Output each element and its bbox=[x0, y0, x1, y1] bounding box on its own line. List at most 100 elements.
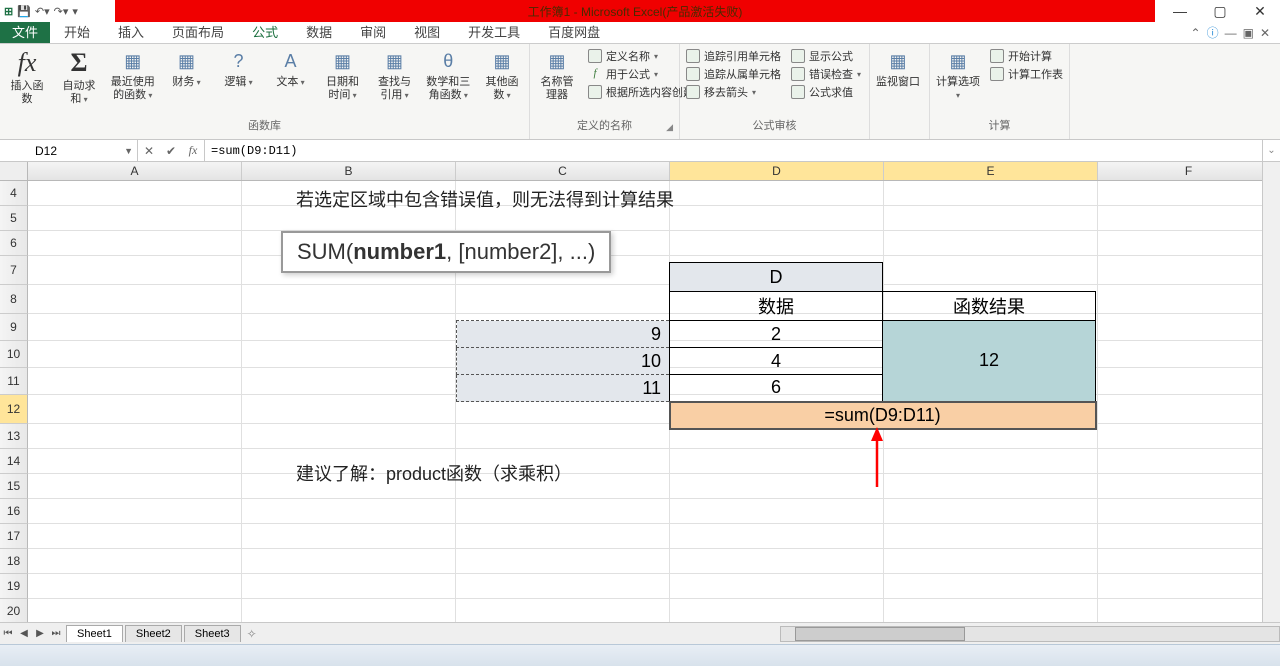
row-header-14[interactable]: 14 bbox=[0, 449, 28, 474]
cell[interactable] bbox=[1098, 549, 1280, 574]
tab-insert[interactable]: 插入 bbox=[104, 22, 158, 43]
redo-icon[interactable]: ↷▾ bbox=[54, 5, 69, 18]
file-tab[interactable]: 文件 bbox=[0, 22, 50, 43]
minimize-button[interactable]: — bbox=[1160, 3, 1200, 20]
cell[interactable] bbox=[456, 499, 670, 524]
cell[interactable] bbox=[670, 524, 884, 549]
help-icon[interactable]: ⓘ bbox=[1207, 24, 1219, 41]
cell[interactable] bbox=[242, 599, 456, 622]
cell[interactable] bbox=[670, 549, 884, 574]
cell[interactable] bbox=[28, 231, 242, 256]
watch-window-button[interactable]: ▦监视窗口 bbox=[876, 48, 920, 89]
name-manager-button[interactable]: ▦名称管理器 bbox=[536, 48, 578, 102]
cell[interactable] bbox=[28, 181, 242, 206]
cell[interactable] bbox=[1098, 341, 1280, 368]
row-header-4[interactable]: 4 bbox=[0, 181, 28, 206]
tab-review[interactable]: 审阅 bbox=[346, 22, 400, 43]
sheet-tab-3[interactable]: Sheet3 bbox=[184, 625, 241, 642]
eval-formula-button[interactable]: 公式求值 bbox=[791, 84, 861, 100]
cell[interactable] bbox=[28, 341, 242, 368]
sheet-next-icon[interactable]: ▶ bbox=[32, 628, 48, 639]
tab-view[interactable]: 视图 bbox=[400, 22, 454, 43]
name-box-input[interactable] bbox=[6, 144, 86, 158]
row-header-19[interactable]: 19 bbox=[0, 574, 28, 599]
logical-button[interactable]: ?逻辑 bbox=[218, 48, 260, 89]
cell[interactable] bbox=[670, 181, 884, 206]
datetime-button[interactable]: ▦日期和时间 bbox=[322, 48, 364, 102]
cell[interactable] bbox=[670, 449, 884, 474]
cell[interactable] bbox=[884, 524, 1098, 549]
calc-options-button[interactable]: ▦计算选项 bbox=[936, 48, 980, 102]
cell[interactable] bbox=[670, 474, 884, 499]
row-header-16[interactable]: 16 bbox=[0, 499, 28, 524]
cell[interactable] bbox=[670, 499, 884, 524]
cell[interactable] bbox=[1098, 424, 1280, 449]
trace-dependents-button[interactable]: 追踪从属单元格 bbox=[686, 66, 781, 82]
cell[interactable] bbox=[1098, 449, 1280, 474]
vertical-scrollbar[interactable] bbox=[1262, 162, 1280, 622]
tab-dev[interactable]: 开发工具 bbox=[454, 22, 534, 43]
horizontal-scrollbar[interactable] bbox=[780, 626, 1280, 642]
cell[interactable] bbox=[884, 206, 1098, 231]
tab-layout[interactable]: 页面布局 bbox=[158, 22, 238, 43]
autosum-button[interactable]: Σ自动求和 bbox=[58, 48, 100, 106]
cell[interactable] bbox=[28, 574, 242, 599]
cell[interactable] bbox=[28, 424, 242, 449]
minimize-ribbon-icon[interactable]: ⌃ bbox=[1191, 26, 1201, 40]
save-icon[interactable]: 💾 bbox=[17, 5, 31, 18]
calc-now-button[interactable]: 开始计算 bbox=[990, 48, 1063, 64]
tab-baidu[interactable]: 百度网盘 bbox=[534, 22, 614, 43]
tab-formula[interactable]: 公式 bbox=[238, 22, 292, 43]
recent-button[interactable]: ▦最近使用的函数 bbox=[110, 48, 156, 102]
close-button[interactable]: ✕ bbox=[1240, 3, 1280, 20]
maximize-button[interactable]: ▢ bbox=[1200, 3, 1240, 20]
calc-sheet-button[interactable]: 计算工作表 bbox=[990, 66, 1063, 82]
cell[interactable] bbox=[28, 449, 242, 474]
cell[interactable] bbox=[884, 231, 1098, 256]
fx-button-icon[interactable]: fx bbox=[182, 143, 204, 158]
cell[interactable] bbox=[456, 574, 670, 599]
row-header-10[interactable]: 10 bbox=[0, 341, 28, 368]
cell[interactable] bbox=[670, 599, 884, 622]
qat-dropdown-icon[interactable]: ▾ bbox=[72, 5, 78, 18]
row-header-20[interactable]: 20 bbox=[0, 599, 28, 622]
cell[interactable] bbox=[28, 206, 242, 231]
cell[interactable] bbox=[1098, 599, 1280, 622]
cell[interactable] bbox=[28, 599, 242, 622]
cell[interactable] bbox=[1098, 181, 1280, 206]
cell[interactable] bbox=[670, 206, 884, 231]
col-header-E[interactable]: E bbox=[884, 162, 1098, 180]
row-header-6[interactable]: 6 bbox=[0, 231, 28, 256]
scroll-thumb[interactable] bbox=[795, 627, 965, 641]
cell[interactable] bbox=[28, 395, 242, 424]
wb-close-icon[interactable]: ✕ bbox=[1260, 26, 1270, 40]
new-sheet-icon[interactable]: ✧ bbox=[247, 627, 257, 641]
cell[interactable] bbox=[670, 574, 884, 599]
tab-home[interactable]: 开始 bbox=[50, 22, 104, 43]
cell[interactable] bbox=[242, 395, 456, 424]
undo-icon[interactable]: ↶▾ bbox=[35, 5, 50, 18]
cell[interactable] bbox=[242, 314, 456, 341]
cell[interactable] bbox=[1098, 368, 1280, 395]
cell[interactable] bbox=[28, 314, 242, 341]
cell[interactable] bbox=[1098, 395, 1280, 424]
name-box[interactable]: ▼ bbox=[0, 140, 138, 161]
sheet-tab-2[interactable]: Sheet2 bbox=[125, 625, 182, 642]
cell[interactable] bbox=[884, 599, 1098, 622]
tab-data[interactable]: 数据 bbox=[292, 22, 346, 43]
cell[interactable] bbox=[242, 368, 456, 395]
cell[interactable] bbox=[456, 524, 670, 549]
cell[interactable] bbox=[884, 449, 1098, 474]
row-header-12[interactable]: 12 bbox=[0, 395, 28, 424]
cell[interactable] bbox=[1098, 474, 1280, 499]
cell[interactable] bbox=[242, 524, 456, 549]
cell[interactable] bbox=[1098, 574, 1280, 599]
cell[interactable] bbox=[884, 474, 1098, 499]
sheet-first-icon[interactable]: ⏮ bbox=[0, 628, 16, 639]
remove-arrows-button[interactable]: 移去箭头 bbox=[686, 84, 781, 100]
cell[interactable] bbox=[28, 256, 242, 285]
cell[interactable] bbox=[242, 574, 456, 599]
use-in-formula-button[interactable]: f用于公式 bbox=[588, 66, 694, 82]
row-header-8[interactable]: 8 bbox=[0, 285, 28, 314]
cell[interactable] bbox=[456, 599, 670, 622]
